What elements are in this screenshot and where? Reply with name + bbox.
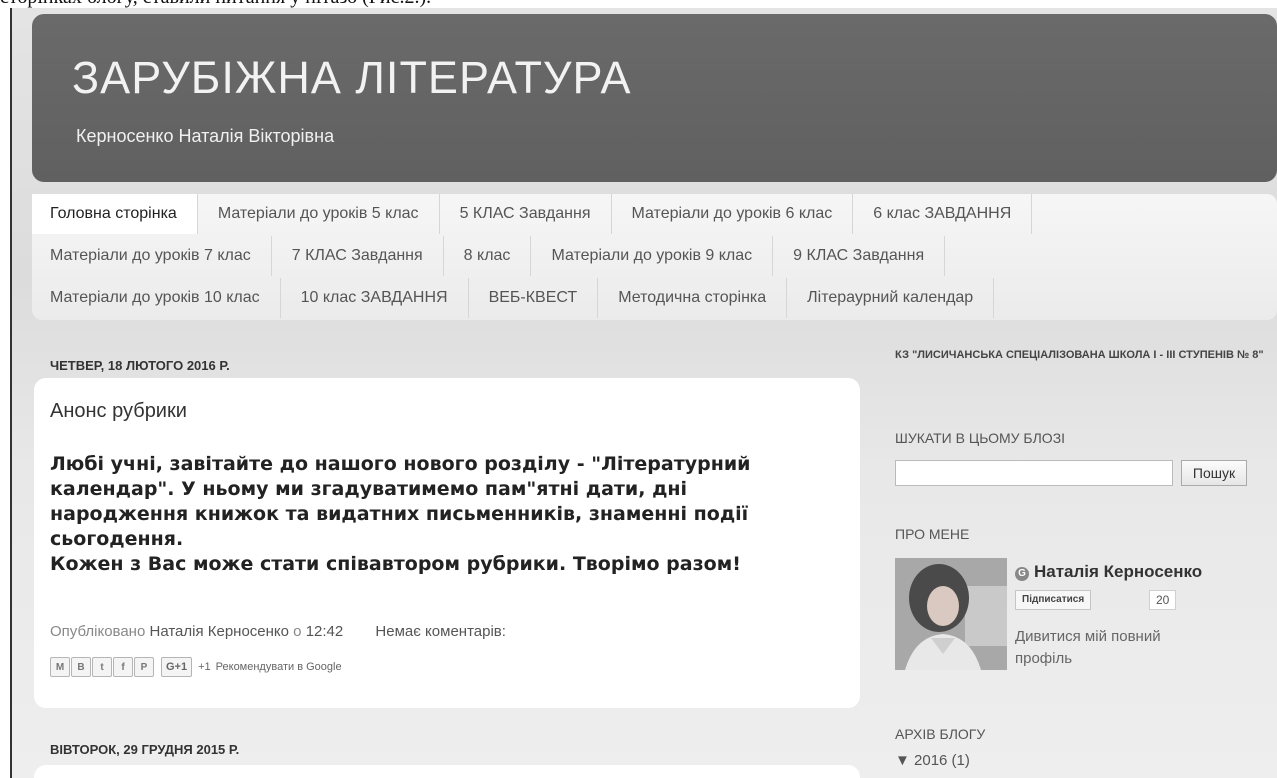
nav-row: Матеріали до уроків 7 клас 7 КЛАС Завдан…	[32, 236, 946, 276]
search-button[interactable]: Пошук	[1181, 460, 1247, 486]
nav-row: Головна сторінка Матеріали до уроків 5 к…	[32, 194, 1033, 234]
at-label: о	[293, 623, 302, 640]
tab-web-quest[interactable]: ВЕБ-КВЕСТ	[469, 278, 599, 318]
blog-description: Керносенко Наталія Вікторівна	[76, 126, 335, 146]
view-profile-link[interactable]: Дивитися мій повний профіль	[1015, 626, 1215, 670]
post-body-line: календар". У ньому ми згадуватимемо пам"…	[50, 478, 688, 500]
comments-link[interactable]: Немає коментарів:	[375, 623, 506, 640]
share-buttons: M B t f P G+1 +1 Рекомендувати в Google	[50, 656, 342, 678]
tab-tasks-7[interactable]: 7 КЛАС Завдання	[272, 236, 444, 276]
tab-materials-10[interactable]: Матеріали до уроків 10 клас	[32, 278, 281, 318]
pinterest-icon[interactable]: P	[134, 657, 154, 677]
profile-name[interactable]: G Наталія Керносенко	[1015, 562, 1202, 582]
post-time-link[interactable]: 12:42	[306, 623, 344, 640]
avatar[interactable]	[895, 558, 1007, 670]
tab-tasks-9[interactable]: 9 КЛАС Завдання	[773, 236, 946, 276]
blog-title[interactable]: ЗАРУБІЖНА ЛІТЕРАТУРА	[72, 52, 632, 104]
document-caption: сторінках блогу, ставили питання у нітаз…	[0, 0, 1277, 8]
blog-post	[34, 765, 860, 778]
search-heading: ШУКАТИ В ЦЬОМУ БЛОЗІ	[895, 430, 1066, 446]
tab-materials-5[interactable]: Матеріали до уроків 5 клас	[198, 194, 440, 234]
follower-count: 20	[1149, 590, 1177, 610]
twitter-icon[interactable]: t	[92, 657, 112, 677]
blog-post: Анонс рубрики Любі учні, завітайте до на…	[34, 378, 860, 708]
follow-button[interactable]: Підписатися	[1015, 590, 1092, 610]
tab-materials-6[interactable]: Матеріали до уроків 6 клас	[612, 194, 854, 234]
tab-tasks-5[interactable]: 5 КЛАС Завдання	[440, 194, 612, 234]
tab-class-8[interactable]: 8 клас	[444, 236, 532, 276]
post-footer: Опубліковано Наталія Керносенко о 12:42 …	[50, 623, 506, 640]
nav-row: Матеріали до уроків 10 клас 10 клас ЗАВД…	[32, 278, 995, 318]
about-heading: ПРО МЕНЕ	[895, 526, 970, 542]
archive-heading: АРХІВ БЛОГУ	[895, 726, 986, 742]
post-body-line: народження книжок та видатних письменник…	[50, 503, 749, 525]
plus-one-count: +1	[198, 661, 211, 673]
email-icon[interactable]: M	[50, 657, 70, 677]
tab-materials-7[interactable]: Матеріали до уроків 7 клас	[32, 236, 272, 276]
tab-home[interactable]: Головна сторінка	[32, 194, 198, 234]
tab-tasks-10[interactable]: 10 клас ЗАВДАННЯ	[281, 278, 469, 318]
google-plus-icon: G	[1015, 567, 1029, 581]
post-body: Любі учні, завітайте до нашого нового ро…	[50, 452, 850, 577]
blog-header: ЗАРУБІЖНА ЛІТЕРАТУРА Керносенко Наталія …	[32, 14, 1277, 182]
pages-nav: Головна сторінка Матеріали до уроків 5 к…	[32, 194, 1277, 320]
school-widget: КЗ "ЛИСИЧАНСЬКА СПЕЦІАЛІЗОВАНА ШКОЛА І -…	[895, 349, 1264, 361]
profile-photo	[895, 558, 1007, 670]
post-date-header: ЧЕТВЕР, 18 ЛЮТОГО 2016 Р.	[50, 358, 230, 373]
tab-tasks-6[interactable]: 6 клас ЗАВДАННЯ	[853, 194, 1033, 234]
archive-year-2016[interactable]: ▼ 2016 (1)	[895, 752, 970, 769]
gplus-one-button[interactable]: G+1	[161, 657, 193, 677]
post-date-header: ВІВТОРОК, 29 ГРУДНЯ 2015 Р.	[50, 742, 240, 757]
recommend-google-text: Рекомендувати в Google	[215, 661, 342, 673]
blogger-icon[interactable]: B	[71, 657, 91, 677]
post-body-line: сьогодення.	[50, 528, 184, 550]
post-title[interactable]: Анонс рубрики	[50, 400, 187, 423]
post-author-link[interactable]: Наталія Керносенко	[149, 623, 289, 640]
tab-methodical[interactable]: Методична сторінка	[598, 278, 788, 318]
tab-materials-9[interactable]: Матеріали до уроків 9 клас	[531, 236, 774, 276]
published-label: Опубліковано	[50, 623, 146, 640]
blog-page: ЗАРУБІЖНА ЛІТЕРАТУРА Керносенко Наталія …	[12, 8, 1277, 778]
facebook-icon[interactable]: f	[113, 657, 133, 677]
post-body-line: Кожен з Вас може стати співавтором рубри…	[50, 553, 741, 575]
tab-literary-calendar[interactable]: Літераурний календар	[787, 278, 995, 318]
profile-name-text: Наталія Керносенко	[1034, 562, 1203, 581]
search-input[interactable]	[895, 460, 1173, 486]
post-body-line: Любі учні, завітайте до нашого нового ро…	[50, 453, 751, 475]
